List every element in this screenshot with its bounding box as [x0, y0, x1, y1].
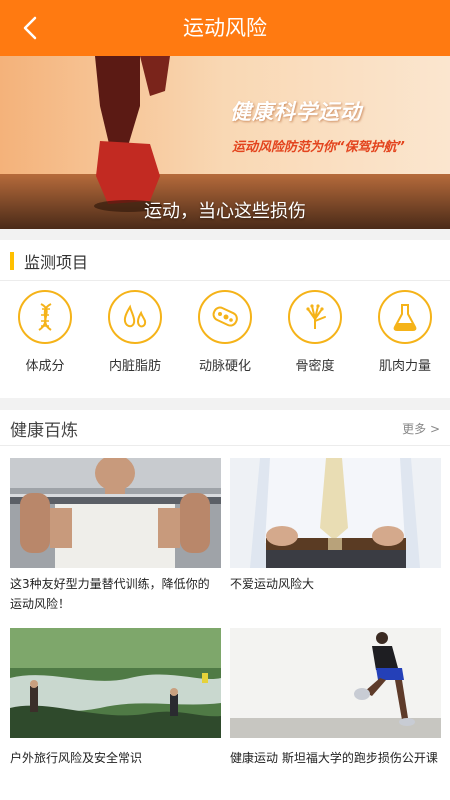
article-card[interactable]: 这3种友好型力量替代训练，降低你的运动风险！: [10, 458, 221, 614]
article-image: [10, 628, 221, 738]
fat-drops-icon: [123, 304, 147, 328]
divider: [0, 280, 450, 281]
top-bar: 运动风险: [0, 0, 450, 56]
artery-icon: [212, 306, 238, 327]
banner-slogan: 运动风险防范为你“保驾护航”: [232, 140, 405, 155]
article-title: 不爱运动风险大: [230, 577, 315, 591]
article-title: 健康运动 斯坦福大学的跑步损伤公开课: [230, 751, 438, 765]
monitor-item-bone-density[interactable]: 骨密度: [270, 290, 360, 374]
article-card[interactable]: 不爱运动风险大: [230, 458, 441, 594]
monitor-item-label: 体成分: [25, 359, 65, 374]
icon-ring: [18, 290, 72, 344]
page-title: 运动风险: [183, 16, 267, 40]
businessman-belly-photo: [230, 458, 441, 568]
icon-ring: [288, 290, 342, 344]
health-section: 健康百炼 更多 > 这3种友好型力量替代训练，降低你的运动风险！ 不爱运动风险大…: [0, 410, 450, 800]
article-title: 户外旅行风险及安全常识: [10, 751, 143, 765]
article-card[interactable]: 健康运动 斯坦福大学的跑步损伤公开课: [230, 628, 441, 768]
flask-icon: [393, 304, 417, 331]
section-accent-bar: [10, 252, 14, 270]
health-section-header: 健康百炼 更多 >: [0, 410, 450, 446]
monitor-section-title: 监测项目: [24, 253, 89, 272]
banner-caption: 运动，当心这些损伤: [144, 201, 306, 222]
more-link[interactable]: 更多 >: [402, 420, 440, 437]
article-image: [230, 458, 441, 568]
article-image: [10, 458, 221, 568]
hero-banner[interactable]: 健康科学运动 运动风险防范为你“保驾护航” 运动，当心这些损伤: [0, 56, 450, 229]
article-image: [230, 628, 441, 738]
monitor-item-muscle-strength[interactable]: 肌肉力量: [360, 290, 450, 374]
icon-ring: [198, 290, 252, 344]
icon-ring: [108, 290, 162, 344]
article-card[interactable]: 户外旅行风险及安全常识: [10, 628, 221, 768]
icon-ring: [378, 290, 432, 344]
article-title: 这3种友好型力量替代训练，降低你的运动风险！: [10, 577, 210, 611]
monitor-item-body-composition[interactable]: 体成分: [0, 290, 90, 374]
monitor-item-label: 动脉硬化: [198, 359, 251, 374]
weightlifting-photo: [10, 458, 221, 568]
health-section-title: 健康百炼: [10, 421, 78, 441]
banner-headline: 健康科学运动: [230, 100, 362, 124]
outdoor-stream-photo: [10, 628, 221, 738]
monitor-item-visceral-fat[interactable]: 内脏脂肪: [90, 290, 180, 374]
monitor-item-label: 内脏脂肪: [108, 359, 161, 374]
runner-stretch-photo: [230, 628, 441, 738]
monitor-item-label: 骨密度: [295, 359, 335, 374]
monitor-section-header: 监测项目: [10, 251, 89, 272]
monitor-item-label: 肌肉力量: [378, 359, 431, 374]
bone-hand-icon: [306, 304, 326, 329]
monitor-item-arteriosclerosis[interactable]: 动脉硬化: [180, 290, 270, 374]
dna-icon: [38, 303, 52, 331]
monitor-section: 监测项目 体成分 内脏脂肪 动脉硬化 骨密度 肌肉力量: [0, 240, 450, 398]
monitor-items: 体成分 内脏脂肪 动脉硬化 骨密度 肌肉力量: [0, 290, 450, 374]
